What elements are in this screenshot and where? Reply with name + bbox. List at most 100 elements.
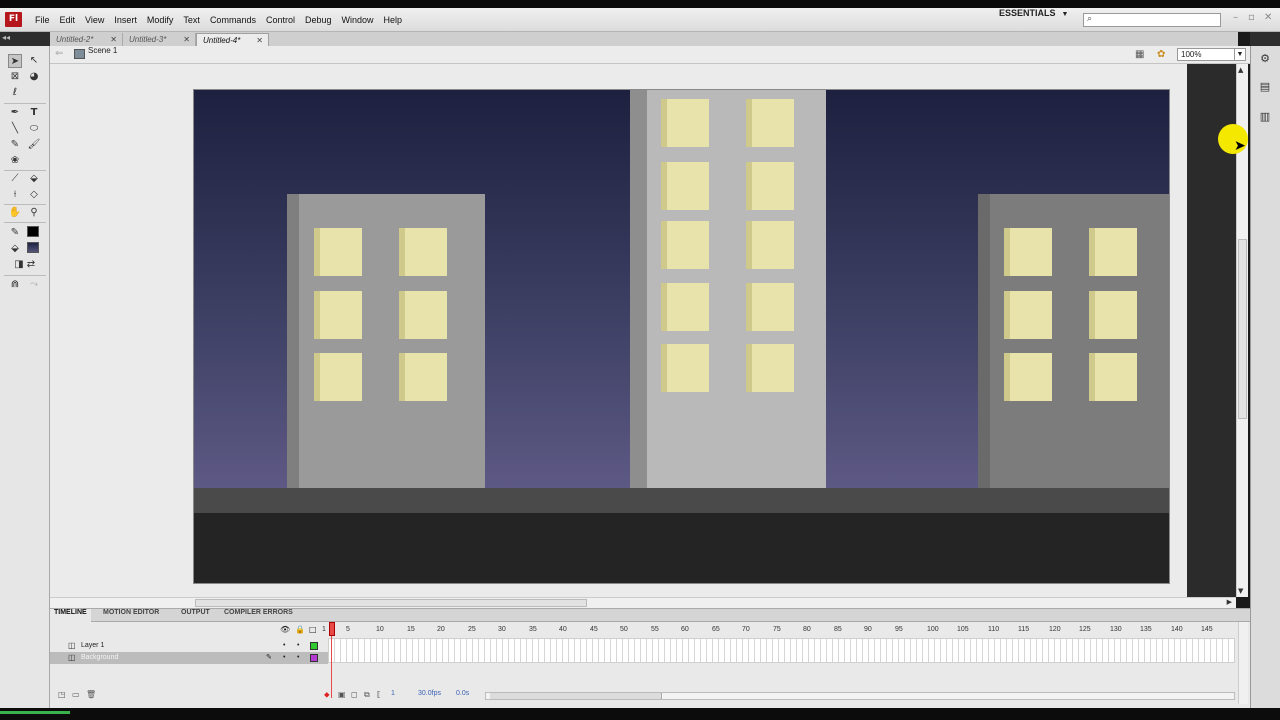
workspace-switcher[interactable]: ESSENTIALS ▼ xyxy=(999,8,1068,18)
menu-view[interactable]: View xyxy=(80,8,109,32)
collapse-icon[interactable]: ◂◂ xyxy=(2,33,10,42)
tab-output[interactable]: OUTPUT xyxy=(177,609,214,622)
close-icon[interactable]: ✕ xyxy=(183,33,190,46)
motion-presets-icon[interactable]: ▥ xyxy=(1258,110,1272,124)
new-folder-icon[interactable]: ▭ xyxy=(72,690,80,699)
3d-rotation-tool-icon[interactable]: ◕ xyxy=(27,70,41,84)
snap-to-objects-icon[interactable]: ⋒ xyxy=(8,278,22,292)
layer-color-swatch[interactable] xyxy=(310,654,318,662)
visibility-dot[interactable]: • xyxy=(283,640,285,652)
stage-canvas[interactable] xyxy=(193,89,1170,584)
tab-motion-editor[interactable]: MOTION EDITOR xyxy=(99,609,163,622)
delete-layer-icon[interactable]: 🗑 xyxy=(86,690,96,699)
playhead[interactable] xyxy=(329,622,335,636)
menu-modify[interactable]: Modify xyxy=(142,8,179,32)
fill-color-icon[interactable]: ⬙ xyxy=(8,242,22,256)
stage-horizontal-scrollbar[interactable]: ▶ xyxy=(50,597,1236,608)
timeline-vertical-scrollbar[interactable] xyxy=(1238,622,1248,704)
tab-compiler-errors[interactable]: COMPILER ERRORS xyxy=(220,609,297,622)
eye-icon[interactable]: 👁 xyxy=(280,625,290,634)
subselection-tool-icon[interactable]: ↖ xyxy=(27,54,41,68)
lock-icon[interactable]: 🔒 xyxy=(295,625,305,634)
zoom-select[interactable]: 100% ▼ xyxy=(1177,48,1246,61)
close-icon[interactable]: ✕ xyxy=(1264,12,1272,23)
scroll-up-icon[interactable]: ▲ xyxy=(1238,66,1243,74)
pencil-tool-icon[interactable]: ✎ xyxy=(8,138,22,152)
menu-window[interactable]: Window xyxy=(337,8,379,32)
building-right[interactable] xyxy=(978,194,1169,488)
lock-dot[interactable]: • xyxy=(297,652,299,664)
lock-dot[interactable]: • xyxy=(297,640,299,652)
pasteboard[interactable] xyxy=(50,64,1236,597)
smooth-icon[interactable]: ⤳ xyxy=(27,278,41,292)
selection-tool-icon[interactable]: ➤ xyxy=(8,54,22,68)
frames-grid[interactable] xyxy=(328,638,1235,663)
layer-row-background[interactable]: ◫ Background ✎ • • xyxy=(50,652,328,664)
search-field[interactable]: ⌕ xyxy=(1083,13,1221,27)
bone-tool-icon[interactable]: ⟋ xyxy=(8,172,22,186)
menu-control[interactable]: Control xyxy=(261,8,300,32)
road[interactable] xyxy=(194,513,1169,583)
scene-breadcrumb[interactable]: Scene 1 xyxy=(88,46,117,55)
tab-untitled-4[interactable]: Untitled-4* ✕ xyxy=(196,33,269,46)
menu-file[interactable]: File xyxy=(30,8,55,32)
onion-skin-icon[interactable]: ▣ xyxy=(338,690,346,699)
line-tool-icon[interactable]: ╲ xyxy=(8,122,22,136)
layer-row-layer-1[interactable]: ◫ Layer 1 • • xyxy=(50,640,328,652)
menu-edit[interactable]: Edit xyxy=(55,8,81,32)
edit-multiple-frames-icon[interactable]: ⧉ xyxy=(364,690,370,700)
properties-panel-icon[interactable]: ⚙ xyxy=(1258,52,1272,66)
scroll-thumb[interactable] xyxy=(1238,239,1247,419)
edit-symbols-icon[interactable]: ✿ xyxy=(1157,49,1165,60)
scroll-right-icon[interactable]: ▶ xyxy=(1227,598,1232,606)
pen-tool-icon[interactable]: ✒ xyxy=(8,106,22,120)
visibility-dot[interactable]: • xyxy=(283,652,285,664)
text-tool-icon[interactable]: T xyxy=(27,106,41,120)
menu-text[interactable]: Text xyxy=(178,8,205,32)
outline-icon[interactable]: □ xyxy=(309,625,317,634)
free-transform-tool-icon[interactable]: ⊠ xyxy=(8,70,22,84)
back-arrow-icon[interactable]: ⇐ xyxy=(55,48,63,59)
edit-scene-icon[interactable]: ▦ xyxy=(1135,49,1144,60)
zoom-tool-icon[interactable]: ⚲ xyxy=(27,206,41,220)
close-icon[interactable]: ✕ xyxy=(110,33,117,46)
layer-name[interactable]: Layer 1 xyxy=(81,640,104,652)
library-panel-icon[interactable]: ▤ xyxy=(1258,80,1272,94)
minimize-icon[interactable]: – xyxy=(1233,12,1238,23)
maximize-icon[interactable]: ▫ xyxy=(1248,12,1255,23)
chevron-down-icon[interactable]: ▼ xyxy=(1234,49,1245,60)
lasso-tool-icon[interactable]: ℓ xyxy=(8,86,22,100)
modify-markers-icon[interactable]: ⟦ xyxy=(377,690,381,699)
frame-rate[interactable]: 30.0fps xyxy=(418,690,441,697)
deco-tool-icon[interactable]: ❀ xyxy=(8,154,22,168)
scroll-down-icon[interactable]: ▼ xyxy=(1238,587,1243,595)
default-colors-icon[interactable]: ⇄ xyxy=(24,258,38,272)
current-frame[interactable]: 1 xyxy=(391,690,395,697)
sidewalk[interactable] xyxy=(194,488,1169,513)
layer-name[interactable]: Background xyxy=(81,652,118,664)
fill-color-swatch[interactable] xyxy=(27,242,39,253)
menu-help[interactable]: Help xyxy=(379,8,408,32)
scroll-thumb[interactable] xyxy=(195,599,587,607)
center-frame-icon[interactable]: ⬥ xyxy=(324,690,330,700)
oval-tool-icon[interactable]: ⬭ xyxy=(27,122,41,136)
tab-timeline[interactable]: TIMELINE xyxy=(50,609,91,622)
tab-untitled-2[interactable]: Untitled-2* ✕ xyxy=(50,33,123,46)
hand-tool-icon[interactable]: ✋ xyxy=(8,206,22,220)
building-center[interactable] xyxy=(630,90,826,488)
menu-commands[interactable]: Commands xyxy=(205,8,261,32)
tab-untitled-3[interactable]: Untitled-3* ✕ xyxy=(123,33,196,46)
brush-tool-icon[interactable]: 🖌 xyxy=(27,138,41,152)
timeline-horizontal-scrollbar[interactable] xyxy=(485,692,1235,700)
scroll-thumb[interactable] xyxy=(490,693,662,699)
layer-color-swatch[interactable] xyxy=(310,642,318,650)
menu-insert[interactable]: Insert xyxy=(109,8,142,32)
new-layer-icon[interactable]: ◳ xyxy=(58,690,66,699)
stroke-color-swatch[interactable] xyxy=(27,226,39,237)
paint-bucket-tool-icon[interactable]: ⬙ xyxy=(27,172,41,186)
stroke-color-icon[interactable]: ✎ xyxy=(8,226,22,240)
menu-debug[interactable]: Debug xyxy=(300,8,337,32)
eraser-tool-icon[interactable]: ◇ xyxy=(27,188,41,202)
eyedropper-tool-icon[interactable]: ⟊ xyxy=(8,188,22,202)
onion-outline-icon[interactable]: ◻ xyxy=(351,690,358,699)
